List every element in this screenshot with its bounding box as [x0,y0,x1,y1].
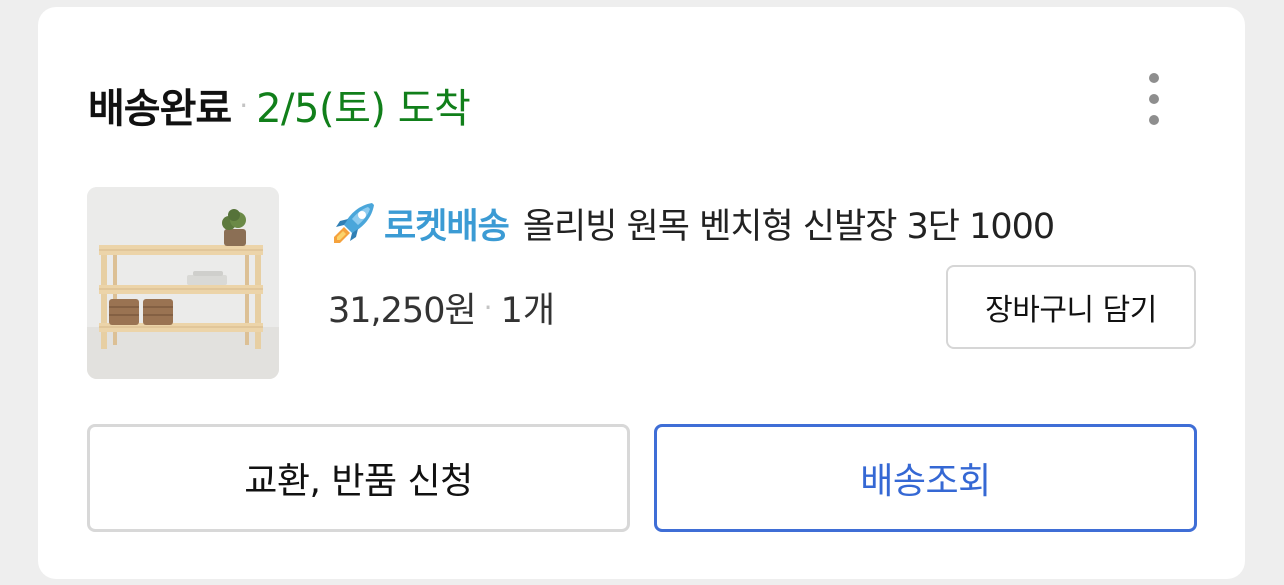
rocket-delivery-badge: 로켓배송 [384,206,510,247]
arrival-date: 2/5(토) 도착 [256,86,471,132]
exchange-return-button[interactable]: 교환, 반품 신청 [87,424,630,532]
header-separator: · [239,88,249,122]
track-delivery-button[interactable]: 배송조회 [654,424,1197,532]
more-vertical-icon [1149,73,1159,83]
more-vertical-icon-dot-3 [1149,115,1159,125]
price-separator: · [483,290,493,324]
order-card: 배송완료 · 2/5(토) 도착 로켓배송 올리빙 원목 벤치형 신발장 3단 … [38,7,1245,579]
order-header: 배송완료 · 2/5(토) 도착 [88,75,471,135]
product-quantity: 1개 [500,290,556,331]
product-thumbnail[interactable] [87,187,279,379]
price-row: 31,250원 · 1개 [328,281,555,333]
product-price: 31,250원 [328,290,477,331]
more-options-button[interactable] [1138,69,1170,129]
rocket-icon [334,203,374,243]
product-title-row[interactable]: 로켓배송 올리빙 원목 벤치형 신발장 3단 1000 [328,197,1055,249]
product-name[interactable]: 올리빙 원목 벤치형 신발장 3단 1000 [523,198,1055,249]
delivery-status: 배송완료 [88,86,232,132]
more-vertical-icon-dot-2 [1149,94,1159,104]
add-to-cart-button[interactable]: 장바구니 담기 [946,265,1196,349]
shoe-rack-thumbnail [87,187,279,379]
